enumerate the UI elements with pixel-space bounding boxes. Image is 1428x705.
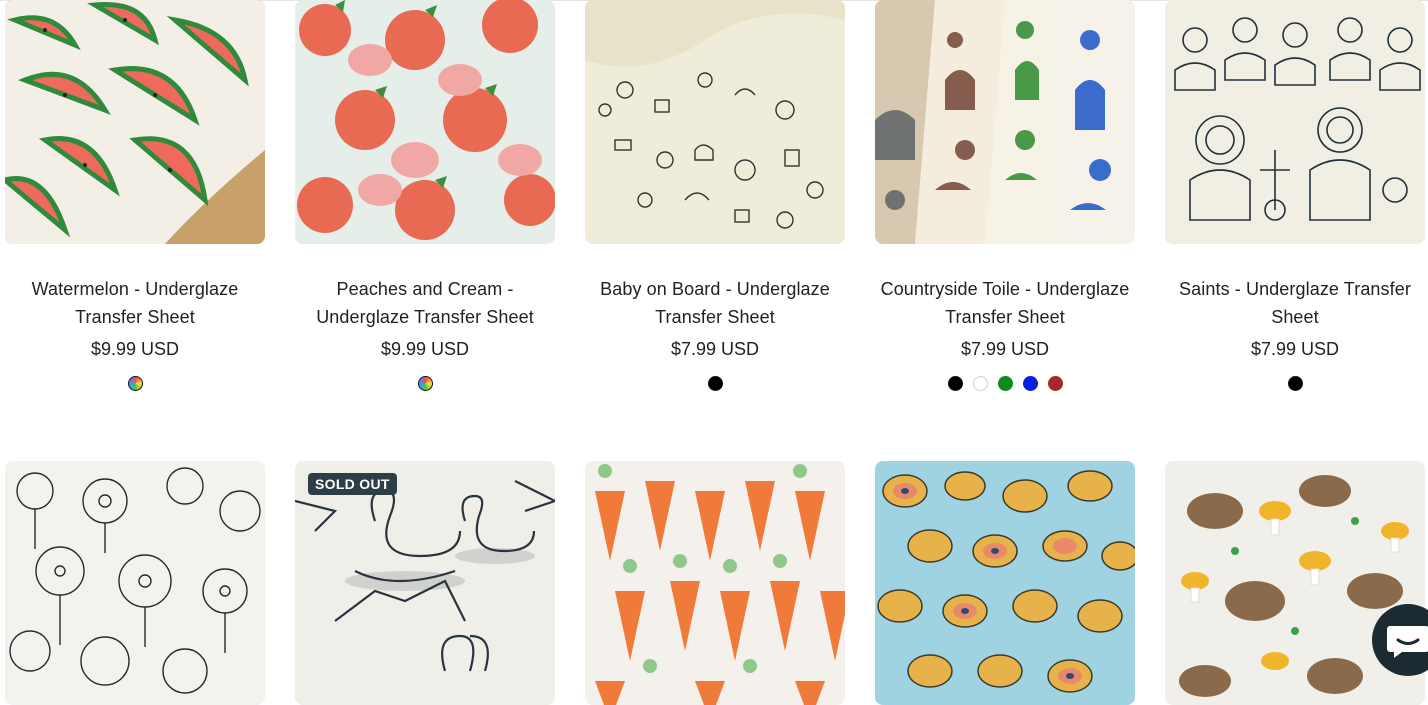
product-image-swans[interactable]: SOLD OUT xyxy=(295,461,555,705)
product-image-poppies[interactable] xyxy=(5,461,265,705)
swatch-blue[interactable] xyxy=(1022,376,1038,391)
product-card-watermelon[interactable]: Watermelon - Underglaze Transfer Sheet $… xyxy=(5,0,265,391)
sold-out-badge: SOLD OUT xyxy=(308,473,397,495)
product-price: $7.99 USD xyxy=(960,339,1050,359)
product-price: $7.99 USD xyxy=(1250,339,1340,359)
product-title[interactable]: Watermelon - Underglaze Transfer Sheet xyxy=(5,275,265,331)
product-image-carrots[interactable] xyxy=(585,461,845,705)
product-image-saints[interactable] xyxy=(1165,0,1425,244)
product-card-swans[interactable]: SOLD OUT xyxy=(295,461,555,705)
swatch-green[interactable] xyxy=(997,376,1013,391)
swatch-multicolor[interactable] xyxy=(127,376,143,391)
swatch-black[interactable] xyxy=(947,376,963,391)
product-card-baby-on-board[interactable]: Baby on Board - Underglaze Transfer Shee… xyxy=(585,0,845,391)
product-title[interactable]: Peaches and Cream - Underglaze Transfer … xyxy=(295,275,555,331)
color-swatches xyxy=(295,376,555,391)
product-image-papayas[interactable] xyxy=(875,461,1135,705)
color-swatches xyxy=(875,376,1135,391)
product-card-poppies[interactable] xyxy=(5,461,265,705)
swatch-black[interactable] xyxy=(707,376,723,391)
product-title[interactable]: Baby on Board - Underglaze Transfer Shee… xyxy=(585,275,845,331)
product-card-saints[interactable]: Saints - Underglaze Transfer Sheet $7.99… xyxy=(1165,0,1425,391)
swatch-multicolor[interactable] xyxy=(417,376,433,391)
product-image-peaches[interactable] xyxy=(295,0,555,244)
product-card-countryside-toile[interactable]: Countryside Toile - Underglaze Transfer … xyxy=(875,0,1135,391)
product-card-papayas[interactable] xyxy=(875,461,1135,705)
product-title[interactable]: Countryside Toile - Underglaze Transfer … xyxy=(875,275,1135,331)
product-price: $7.99 USD xyxy=(670,339,760,359)
product-price: $9.99 USD xyxy=(380,339,470,359)
product-card-peaches[interactable]: Peaches and Cream - Underglaze Transfer … xyxy=(295,0,555,391)
product-image-watermelon[interactable] xyxy=(5,0,265,244)
product-image-countryside-toile[interactable] xyxy=(875,0,1135,244)
color-swatches xyxy=(585,376,845,391)
color-swatches xyxy=(5,376,265,391)
chat-bubble-icon xyxy=(1387,626,1428,658)
product-card-carrots[interactable] xyxy=(585,461,845,705)
product-title[interactable]: Saints - Underglaze Transfer Sheet xyxy=(1165,275,1425,331)
product-price: $9.99 USD xyxy=(90,339,180,359)
product-image-baby-on-board[interactable] xyxy=(585,0,845,244)
color-swatches xyxy=(1165,376,1425,391)
swatch-red[interactable] xyxy=(1047,376,1063,391)
swatch-white[interactable] xyxy=(972,376,988,391)
swatch-black[interactable] xyxy=(1287,376,1303,391)
